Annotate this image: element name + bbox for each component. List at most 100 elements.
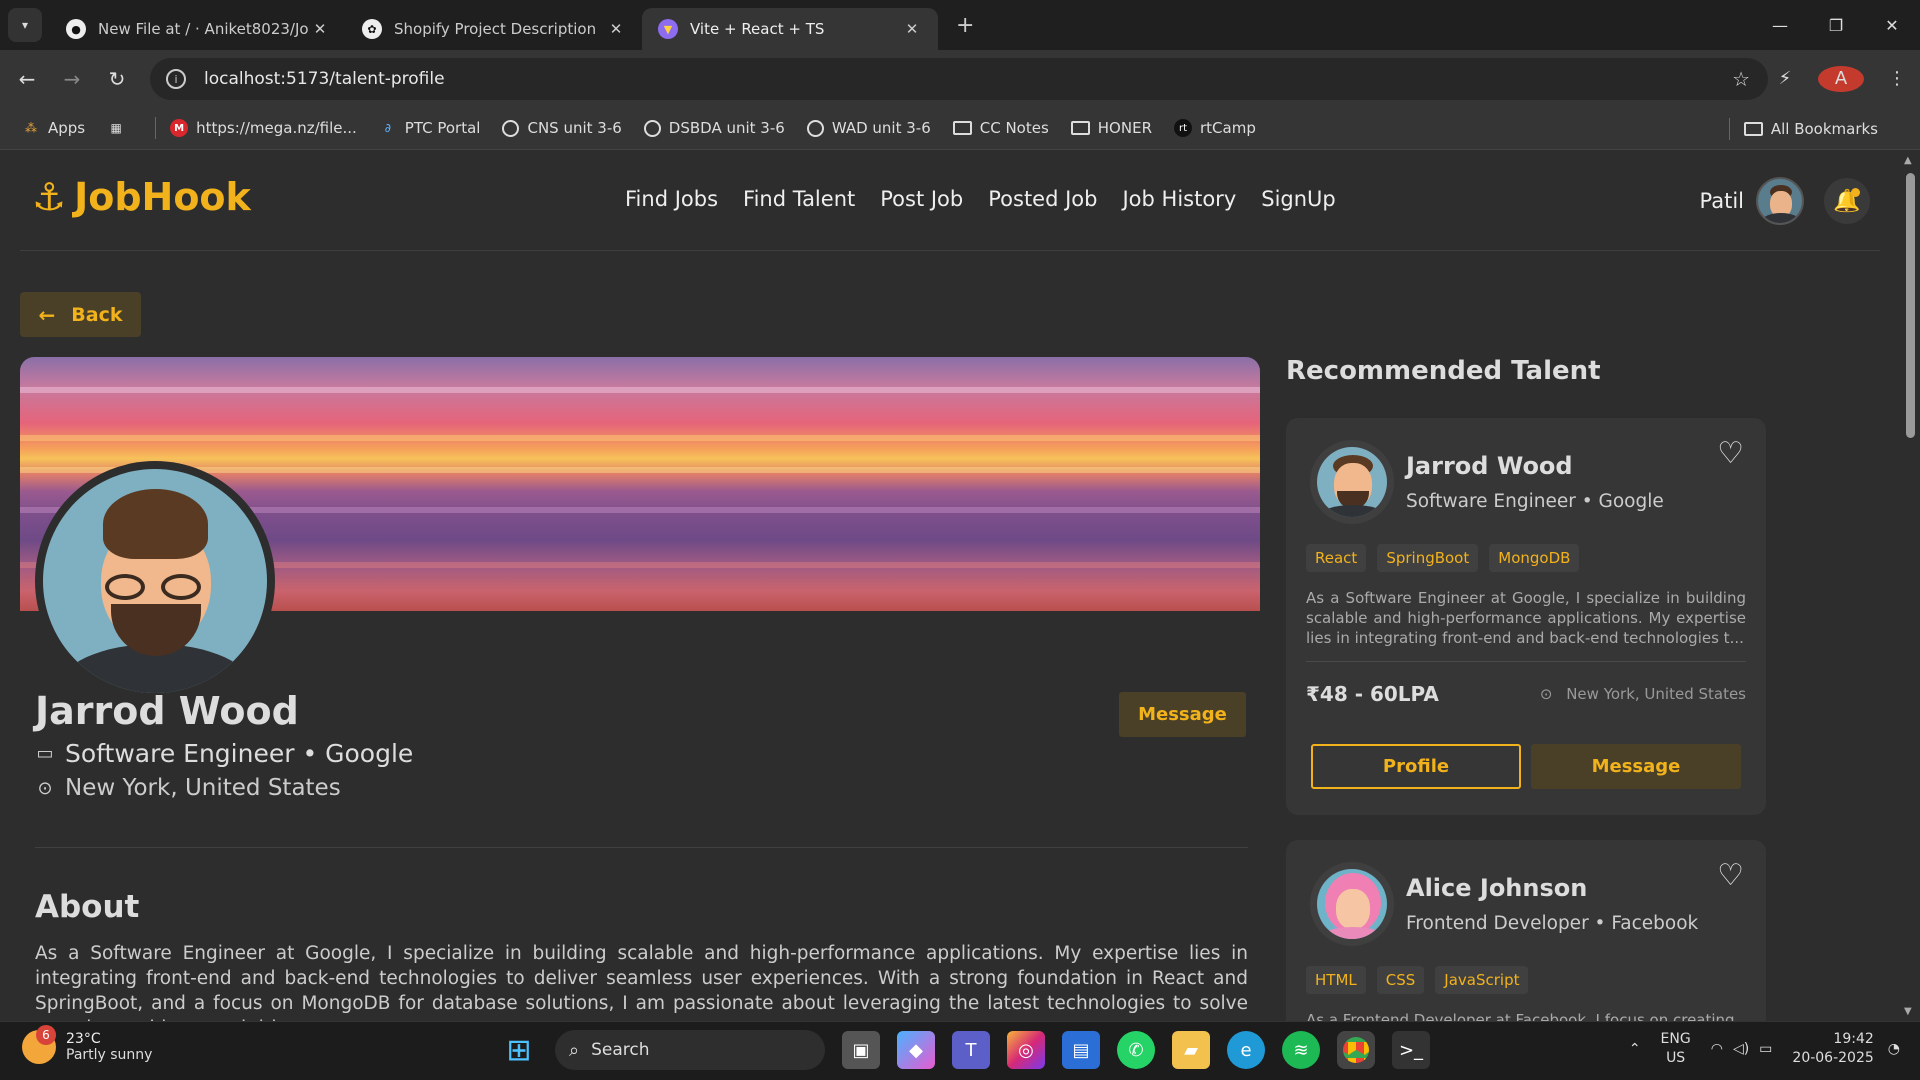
close-window-icon[interactable]: ✕ — [1864, 0, 1920, 50]
notifications-bell-icon[interactable]: 🔔 — [1824, 178, 1870, 224]
profile-avatar-button[interactable]: A — [1818, 65, 1864, 92]
bookmark-ptc[interactable]: ∂ PTC Portal — [379, 119, 481, 137]
nav-find-talent[interactable]: Find Talent — [743, 187, 855, 211]
terminal-icon[interactable]: >_ — [1392, 1031, 1430, 1069]
tab-strip: ▾ ● New File at / · Aniket8023/JobH ✕ ✿ … — [0, 0, 1920, 50]
heart-icon[interactable]: ♡ — [1717, 858, 1744, 893]
address-bar[interactable]: i localhost:5173/talent-profile ☆ — [150, 58, 1768, 100]
bookmark-label: Apps — [48, 119, 86, 137]
instagram-icon[interactable]: ◎ — [1007, 1031, 1045, 1069]
weather-widget[interactable]: 6 23°C Partly sunny — [22, 1025, 152, 1064]
edge-icon[interactable]: e — [1227, 1031, 1265, 1069]
browser-tab[interactable]: ✿ Shopify Project Description ✕ — [346, 8, 642, 50]
browser-tab[interactable]: ● New File at / · Aniket8023/JobH ✕ — [50, 8, 346, 50]
bookmark-cc-notes[interactable]: CC Notes — [952, 119, 1049, 137]
nav-signup[interactable]: SignUp — [1261, 187, 1336, 211]
nav-find-jobs[interactable]: Find Jobs — [625, 187, 718, 211]
bookmark-apps[interactable]: ⁂ Apps — [22, 119, 85, 137]
weather-temp: 23°C — [66, 1031, 101, 1047]
file-explorer-icon[interactable]: ▰ — [1172, 1031, 1210, 1069]
volume-icon[interactable]: ◁) — [1733, 1041, 1749, 1057]
browser-toolbar: ← → ↻ i localhost:5173/talent-profile ☆ … — [0, 50, 1920, 107]
language-indicator[interactable]: ENG US — [1661, 1030, 1691, 1068]
menu-kebab-icon[interactable]: ⋮ — [1874, 68, 1920, 89]
teams-icon[interactable]: T — [952, 1031, 990, 1069]
system-tray: ⌃ ENG US ◠ ◁) ▭ 19:42 20-06-2025 ◔ — [1629, 1030, 1900, 1068]
all-bookmarks[interactable]: All Bookmarks — [1728, 118, 1878, 140]
clock[interactable]: 19:42 20-06-2025 — [1792, 1030, 1873, 1068]
spotify-icon[interactable]: ≋ — [1282, 1031, 1320, 1069]
avatar[interactable] — [1310, 440, 1394, 524]
battery-icon[interactable]: ▭ — [1759, 1041, 1772, 1057]
talent-description: As a Software Engineer at Google, I spec… — [1306, 589, 1746, 647]
talent-name[interactable]: Jarrod Wood — [1406, 452, 1573, 480]
message-button[interactable]: Message — [1119, 692, 1246, 737]
nav-job-history[interactable]: Job History — [1122, 187, 1236, 211]
new-tab-icon[interactable]: + — [956, 13, 974, 38]
folder-icon — [1070, 121, 1090, 135]
chatgpt-icon — [643, 119, 661, 137]
skill-tag: SpringBoot — [1377, 544, 1479, 572]
bookmark-mega[interactable]: Mhttps://mega.nz/file... — [170, 119, 357, 137]
scroll-down-icon[interactable]: ▼ — [1904, 1006, 1912, 1017]
chevron-up-icon[interactable]: ⌃ — [1629, 1041, 1641, 1057]
tab-groups-button[interactable]: ▦ — [107, 119, 133, 137]
store-icon[interactable]: ▤ — [1062, 1031, 1100, 1069]
tab-title: New File at / · Aniket8023/JobH — [98, 20, 310, 38]
taskbar-search[interactable]: ⌕ Search — [555, 1030, 825, 1070]
page-scrollbar[interactable]: ▲ ▼ — [1900, 151, 1920, 1021]
chrome-icon[interactable] — [1337, 1031, 1375, 1069]
close-tab-icon[interactable]: ✕ — [310, 20, 330, 38]
copilot-icon[interactable]: ◆ — [897, 1031, 935, 1069]
bookmark-star-icon[interactable]: ☆ — [1732, 67, 1750, 91]
bookmark-label: HONER — [1097, 119, 1152, 137]
minimize-icon[interactable]: — — [1752, 0, 1808, 50]
message-button[interactable]: Message — [1531, 744, 1741, 789]
forward-arrow-icon[interactable]: → — [54, 67, 90, 91]
user-name[interactable]: Patil — [1700, 189, 1745, 213]
nav-posted-job[interactable]: Posted Job — [988, 187, 1097, 211]
site-info-icon[interactable]: i — [166, 69, 186, 89]
scroll-up-icon[interactable]: ▲ — [1904, 155, 1912, 166]
heart-icon[interactable]: ♡ — [1717, 436, 1744, 471]
bookmark-cns[interactable]: CNS unit 3-6 — [502, 119, 622, 137]
rtcamp-icon: rt — [1174, 119, 1192, 137]
back-arrow-icon[interactable]: ← — [9, 67, 45, 91]
profile-button[interactable]: Profile — [1311, 744, 1521, 789]
reload-icon[interactable]: ↻ — [99, 67, 135, 91]
url-text[interactable]: localhost:5173/talent-profile — [204, 69, 445, 89]
notification-icon[interactable]: ◔ — [1888, 1041, 1900, 1057]
tab-title: Vite + React + TS — [690, 20, 825, 38]
lang-text: ENG — [1660, 1031, 1691, 1047]
whatsapp-icon[interactable]: ✆ — [1117, 1031, 1155, 1069]
taskbar-apps: ⊞ ⌕ Search ▣ ◆ T ◎ ▤ ✆ ▰ e ≋ >_ — [500, 1030, 1447, 1070]
skill-tag: HTML — [1306, 966, 1366, 994]
bookmarks-bar: ⁂ Apps ▦ Mhttps://mega.nz/file... ∂ PTC Po… — [0, 107, 1920, 150]
extension-icon[interactable]: ⚡ — [1762, 68, 1808, 89]
logo[interactable]: ⚓ JobHook — [32, 175, 251, 219]
bookmark-wad[interactable]: WAD unit 3-6 — [806, 119, 931, 137]
avatar[interactable] — [1756, 177, 1804, 225]
bookmark-honer[interactable]: HONER — [1070, 119, 1152, 137]
restore-icon[interactable]: ❐ — [1808, 0, 1864, 50]
close-tab-icon[interactable]: ✕ — [902, 20, 922, 38]
nav-post-job[interactable]: Post Job — [880, 187, 963, 211]
divider — [155, 117, 157, 139]
talent-name[interactable]: Alice Johnson — [1406, 874, 1587, 902]
bookmark-rtcamp[interactable]: rt rtCamp — [1174, 119, 1256, 137]
user-menu[interactable]: Patil 🔔 — [1700, 177, 1870, 225]
browser-tab-active[interactable]: ▼ Vite + React + TS ✕ — [642, 8, 938, 50]
back-button[interactable]: ← Back — [20, 292, 141, 337]
bookmark-dsbda[interactable]: DSBDA unit 3-6 — [643, 119, 785, 137]
tab-search-menu-button[interactable]: ▾ — [8, 8, 42, 42]
skill-tag: React — [1306, 544, 1367, 572]
time-text: 19:42 — [1833, 1031, 1874, 1047]
wifi-icon[interactable]: ◠ — [1711, 1041, 1723, 1057]
bookmark-label: CC Notes — [979, 119, 1049, 137]
task-view-icon[interactable]: ▣ — [842, 1031, 880, 1069]
close-tab-icon[interactable]: ✕ — [606, 20, 626, 38]
bookmark-label: CNS unit 3-6 — [527, 119, 622, 137]
scrollbar-thumb[interactable] — [1906, 173, 1915, 438]
windows-start-icon[interactable]: ⊞ — [500, 1031, 538, 1069]
avatar[interactable] — [1310, 862, 1394, 946]
